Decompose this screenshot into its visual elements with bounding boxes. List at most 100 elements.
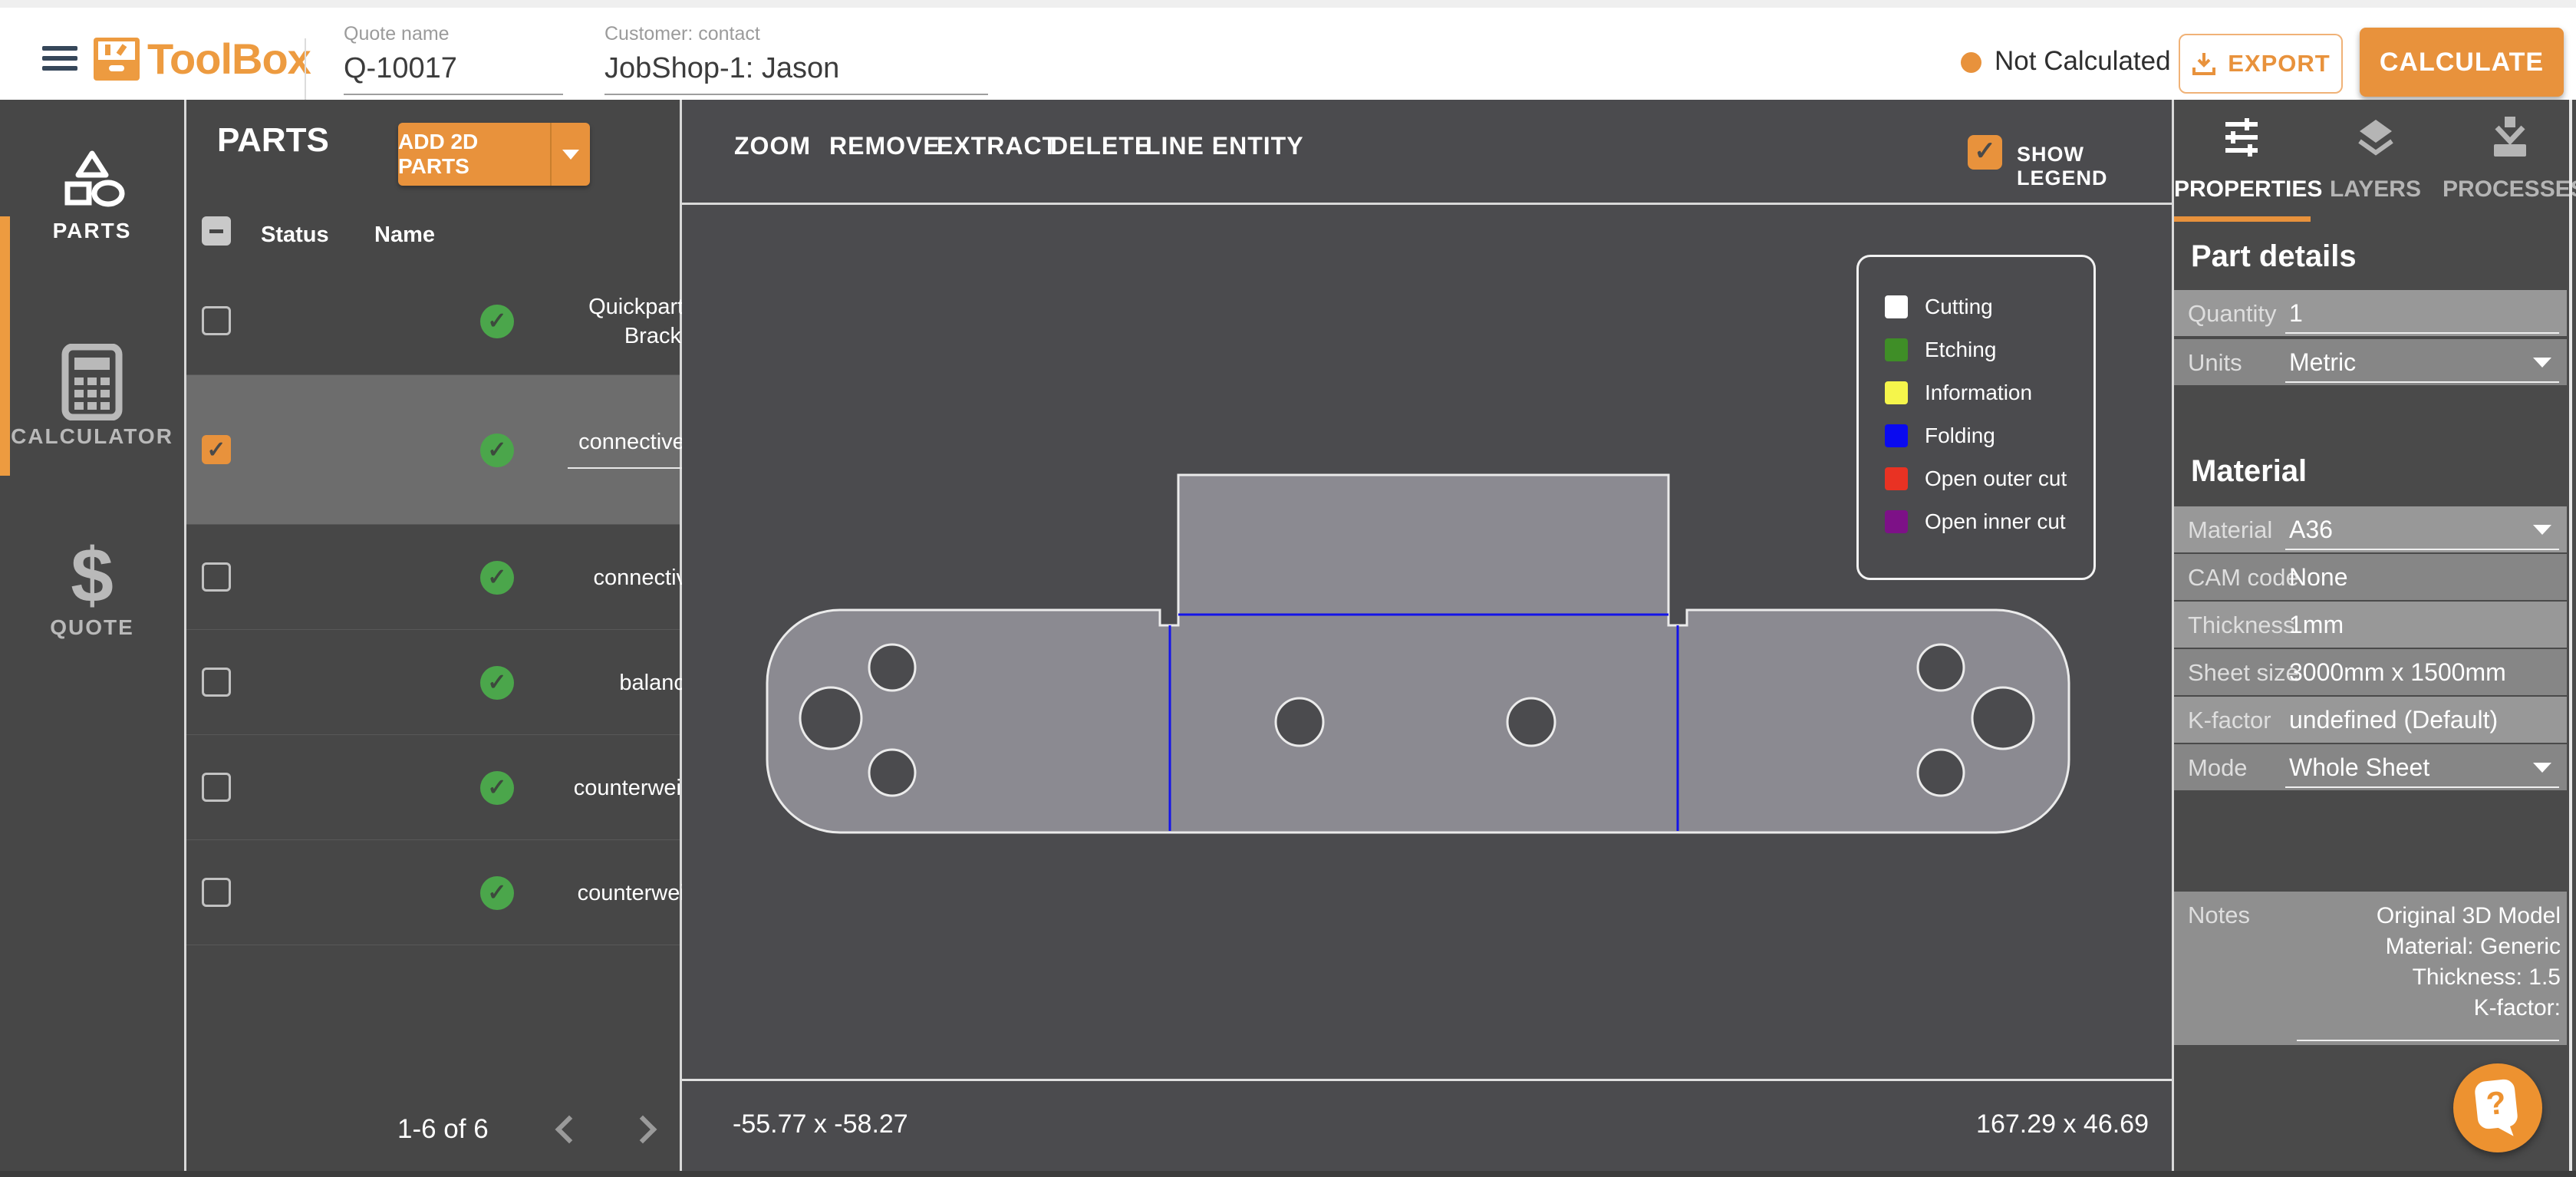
row-checkbox[interactable]: [202, 306, 231, 335]
pagination: 1-6 of 6: [186, 1105, 680, 1159]
page-count: 1-6 of 6: [397, 1114, 489, 1145]
table-row-connective-2x[interactable]: ✓ connective-2x: [186, 525, 680, 630]
mode-label: Mode: [2188, 754, 2248, 782]
row-checkbox[interactable]: [202, 773, 231, 802]
units-row: Units Metric: [2174, 339, 2567, 385]
legend-item-folding: Folding: [1885, 424, 2093, 447]
column-name: Name: [374, 223, 435, 248]
tab-layers[interactable]: LAYERS: [2308, 100, 2443, 218]
help-button[interactable]: ?: [2453, 1063, 2542, 1152]
status-ok-icon: ✓: [480, 434, 514, 467]
mode-select[interactable]: Whole Sheet: [2289, 753, 2429, 782]
quote-name-label: Quote name: [344, 23, 450, 45]
status-ok-icon: ✓: [480, 771, 514, 805]
cam-code-value: None: [2289, 563, 2348, 592]
logo-text: ToolBox: [147, 34, 311, 84]
thickness-value: 1mm: [2289, 611, 2344, 639]
row-checkbox[interactable]: [202, 668, 231, 697]
properties-panel: PROPERTIES LAYERS PROCESSES Part details…: [2174, 100, 2576, 1177]
add-2d-parts-label[interactable]: ADD 2D PARTS: [398, 123, 552, 186]
download-icon: [2191, 51, 2217, 77]
chevron-down-icon: [562, 150, 579, 160]
canvas-tool-extract[interactable]: EXTRACT: [937, 132, 1058, 160]
customer-contact-label: Customer: contact: [604, 23, 760, 45]
add-2d-parts-button[interactable]: ADD 2D PARTS: [398, 123, 590, 186]
status-dot-icon: [1961, 52, 1981, 73]
quantity-label: Quantity: [2188, 300, 2276, 328]
canvas-tool-zoom[interactable]: ZOOM: [734, 132, 811, 160]
material-row: Material A36: [2174, 506, 2567, 552]
legend-item-etching: Etching: [1885, 338, 2093, 361]
quantity-input[interactable]: 1: [2289, 299, 2303, 328]
calculate-button[interactable]: CALCULATE: [2360, 28, 2564, 97]
cursor-coordinates: -55.77 x -58.27: [733, 1109, 908, 1139]
processes-icon: [2488, 117, 2532, 158]
next-page-button[interactable]: [630, 1119, 650, 1139]
chevron-down-icon: [2533, 358, 2551, 368]
table-row-counterweight-m6[interactable]: ✓ counterweight-M6: [186, 735, 680, 840]
show-legend-label: SHOW LEGEND: [2017, 143, 2172, 190]
legend-swatch: [1885, 381, 1908, 404]
table-row-connective-down[interactable]: ✓ ✓ connective-down: [186, 375, 680, 525]
toolbox-logo: ToolBox: [94, 34, 311, 84]
status-ok-icon: ✓: [480, 876, 514, 910]
row-checkbox[interactable]: ✓: [202, 435, 231, 464]
prev-page-button[interactable]: [556, 1119, 576, 1139]
top-strip: [0, 0, 2576, 8]
table-row-counterweight-4x[interactable]: ✓ counterweight-4x: [186, 840, 680, 945]
tab-processes[interactable]: PROCESSES: [2443, 100, 2576, 218]
legend-swatch: [1885, 467, 1908, 490]
drawing-canvas[interactable]: ZOOM REMOVE EXTRACT DELETE LINE ENTITY ✓…: [682, 100, 2172, 1177]
row-checkbox[interactable]: [202, 562, 231, 592]
select-all-checkbox[interactable]: [202, 216, 231, 246]
sidebar-label-calculator: CALCULATOR: [0, 424, 184, 449]
legend-item-open-outer-cut: Open outer cut: [1885, 467, 2093, 490]
sidebar-item-quote[interactable]: $ QUOTE: [0, 536, 184, 727]
k-factor-value: undefined (Default): [2289, 706, 2498, 734]
units-select[interactable]: Metric: [2289, 348, 2356, 377]
legend-item-open-inner-cut: Open inner cut: [1885, 510, 2093, 533]
export-button[interactable]: EXPORT: [2179, 34, 2343, 94]
status-ok-icon: ✓: [480, 305, 514, 338]
hamburger-menu-icon[interactable]: [42, 43, 77, 74]
legend-box: Cutting Etching Information Folding Open…: [1856, 255, 2096, 580]
notes-row: Notes Original 3D Model Material: Generi…: [2174, 892, 2567, 1045]
show-legend-checkbox[interactable]: ✓: [1968, 135, 2002, 170]
notes-input[interactable]: Original 3D Model Material: Generic Thic…: [2377, 901, 2561, 1024]
panel-scrollbar[interactable]: [2569, 100, 2572, 1177]
notes-label: Notes: [2188, 902, 2250, 929]
customer-underline: [604, 94, 988, 95]
table-row-balancer[interactable]: ✓ balancer: [186, 630, 680, 735]
sheet-size-value: 3000mm x 1500mm: [2289, 658, 2506, 687]
status-ok-icon: ✓: [480, 666, 514, 700]
k-factor-label: K-factor: [2188, 707, 2271, 734]
part-dimensions: 167.29 x 46.69: [1879, 1109, 2149, 1139]
legend-swatch: [1885, 510, 1908, 533]
quote-name-input[interactable]: Q-10017: [344, 52, 457, 85]
tab-properties[interactable]: PROPERTIES: [2174, 100, 2308, 218]
sliders-icon: [2219, 117, 2264, 158]
canvas-tool-delete[interactable]: DELETE: [1050, 132, 1151, 160]
add-parts-dropdown-button[interactable]: [552, 123, 590, 186]
active-tab-underline: [2174, 216, 2311, 222]
calculation-status-text: Not Calculated: [1995, 46, 2171, 77]
legend-swatch: [1885, 295, 1908, 318]
sidebar-label-parts: PARTS: [0, 219, 184, 243]
topbar-divider: [305, 38, 306, 100]
dollar-icon: $: [0, 536, 184, 615]
sidebar-item-parts[interactable]: PARTS: [0, 146, 184, 330]
parts-table-header: Status Name: [186, 206, 680, 267]
material-select[interactable]: A36: [2289, 516, 2333, 544]
top-bar: ToolBox Quote name Q-10017 Customer: con…: [0, 8, 2576, 100]
quote-name-underline: [344, 94, 563, 95]
canvas-tool-remove[interactable]: REMOVE: [829, 132, 940, 160]
customer-contact-input[interactable]: JobShop-1: Jason: [604, 52, 839, 85]
part-details-title: Part details: [2191, 239, 2357, 274]
thickness-row: Thickness 1mm: [2174, 602, 2567, 648]
sidebar-item-calculator[interactable]: CALCULATOR: [0, 344, 184, 536]
table-row-quickpart-arc-bracket[interactable]: ✓ Quickpart - Arc Bracket: [186, 268, 680, 375]
left-sidebar: PARTS CALCULATOR $ QUOTE: [0, 100, 184, 1177]
row-checkbox[interactable]: [202, 878, 231, 907]
canvas-tool-line-entity[interactable]: LINE ENTITY: [1145, 132, 1304, 160]
quantity-row: Quantity 1: [2174, 290, 2567, 336]
